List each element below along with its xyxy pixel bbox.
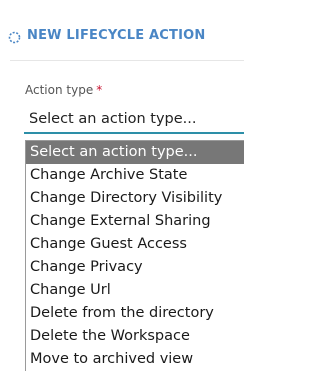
dropdown-option[interactable]: Delete from the directory [26, 302, 244, 325]
panel-header: NEW LIFECYCLE ACTION [8, 28, 206, 44]
dropdown-option[interactable]: Move to archived view [26, 348, 244, 371]
dropdown-option[interactable]: Delete the Workspace [26, 325, 244, 348]
dropdown-option[interactable]: Change Directory Visibility [26, 187, 244, 210]
panel-title: NEW LIFECYCLE ACTION [27, 28, 206, 43]
required-marker: * [96, 83, 103, 97]
action-type-dropdown-list[interactable]: Select an action type... Change Archive … [25, 140, 244, 371]
dropdown-option[interactable]: Change Archive State [26, 164, 244, 187]
spinner-icon [8, 29, 21, 44]
action-type-label: Action type * [25, 83, 102, 97]
action-type-select[interactable]: Select an action type... [24, 106, 244, 134]
dropdown-option[interactable]: Change Url [26, 279, 244, 302]
dropdown-option[interactable]: Change Privacy [26, 256, 244, 279]
dropdown-option[interactable]: Change External Sharing [26, 210, 244, 233]
dropdown-option[interactable]: Select an action type... [26, 141, 244, 164]
header-divider [10, 60, 244, 61]
dropdown-option[interactable]: Change Guest Access [26, 233, 244, 256]
action-type-label-text: Action type [25, 83, 94, 97]
action-type-select-value: Select an action type... [29, 111, 197, 127]
